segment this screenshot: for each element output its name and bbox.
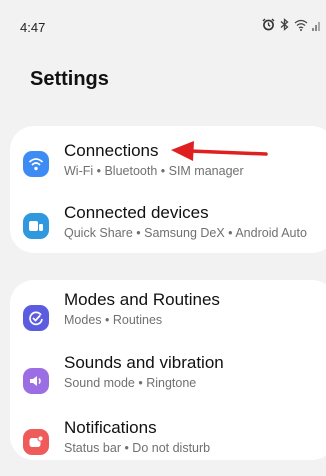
- wifi-icon: [294, 19, 308, 31]
- page-title: Settings: [30, 68, 109, 90]
- status-icons: [262, 18, 322, 31]
- settings-item-sounds-and-vibration[interactable]: Sounds and vibration Sound mode • Ringto…: [10, 344, 326, 404]
- settings-item-subtitle: Modes • Routines: [64, 313, 163, 327]
- settings-item-subtitle: Wi-Fi • Bluetooth • SIM manager: [64, 164, 244, 178]
- settings-item-modes-and-routines[interactable]: Modes and Routines Modes • Routines: [10, 281, 326, 341]
- status-bar: 4:47: [0, 0, 326, 40]
- status-time: 4:47: [20, 20, 46, 35]
- settings-item-notifications[interactable]: Notifications Status bar • Do not distur…: [10, 407, 326, 467]
- settings-item-title: Connected devices: [64, 203, 209, 222]
- alarm-icon: [262, 18, 275, 31]
- bell-badge-icon: [23, 429, 49, 455]
- wifi-icon: [23, 151, 49, 177]
- settings-item-title: Notifications: [64, 418, 157, 437]
- settings-card-network: Connections Wi-Fi • Bluetooth • SIM mana…: [10, 126, 326, 253]
- settings-item-subtitle: Status bar • Do not disturb: [64, 441, 211, 455]
- settings-item-subtitle: Sound mode • Ringtone: [64, 376, 197, 390]
- settings-item-connections[interactable]: Connections Wi-Fi • Bluetooth • SIM mana…: [10, 133, 326, 193]
- devices-icon: [23, 213, 49, 239]
- settings-item-subtitle: Quick Share • Samsung DeX • Android Auto: [64, 226, 307, 240]
- speaker-icon: [23, 368, 49, 394]
- settings-item-connected-devices[interactable]: Connected devices Quick Share • Samsung …: [10, 195, 326, 255]
- settings-item-title: Sounds and vibration: [64, 353, 224, 372]
- check-circle-icon: [23, 305, 49, 331]
- settings-card-general: Modes and Routines Modes • Routines Soun…: [10, 280, 326, 460]
- settings-item-title: Modes and Routines: [64, 290, 220, 309]
- bluetooth-icon: [279, 18, 290, 31]
- settings-item-title: Connections: [64, 141, 159, 160]
- signal-icon: [312, 19, 322, 31]
